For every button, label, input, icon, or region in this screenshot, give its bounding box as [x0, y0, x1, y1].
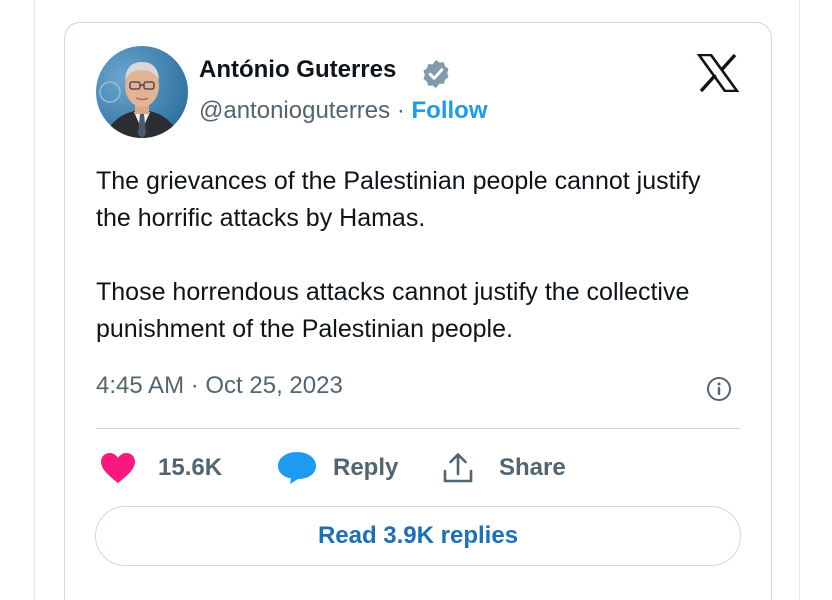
avatar[interactable] [96, 46, 188, 138]
author-handle[interactable]: @antonioguterres [199, 97, 390, 124]
author-name[interactable]: António Guterres [199, 56, 396, 84]
tweet-text: The grievances of the Palestinian people… [96, 163, 736, 385]
follow-link[interactable]: Follow [412, 97, 488, 124]
reply-label: Reply [333, 454, 399, 481]
tweet-timestamp[interactable]: 4:45 AM · Oct 25, 2023 [96, 372, 343, 400]
like-count: 15.6K [158, 454, 223, 481]
share-label: Share [499, 454, 566, 481]
like-button[interactable]: 15.6K [100, 450, 222, 486]
read-replies-label: Read 3.9K replies [317, 522, 519, 549]
speech-bubble-icon [278, 452, 316, 484]
heart-icon [101, 453, 135, 483]
avatar-portrait-image [96, 46, 188, 138]
handle-line: @antonioguterres · Follow [199, 97, 487, 125]
action-divider [96, 428, 741, 429]
tweet-paragraph-1: The grievances of the Palestinian people… [96, 167, 701, 232]
info-icon[interactable] [706, 376, 732, 402]
share-button[interactable]: Share [441, 450, 566, 486]
handle-separator: · [396, 97, 405, 124]
x-logo-icon[interactable] [697, 54, 739, 92]
verified-badge-icon [423, 60, 449, 88]
tweet-paragraph-2: Those horrendous attacks cannot justify … [96, 278, 690, 343]
read-replies-button[interactable]: Read 3.9K replies [95, 506, 741, 566]
share-upload-icon [443, 453, 473, 483]
reply-button[interactable]: Reply [277, 450, 398, 486]
